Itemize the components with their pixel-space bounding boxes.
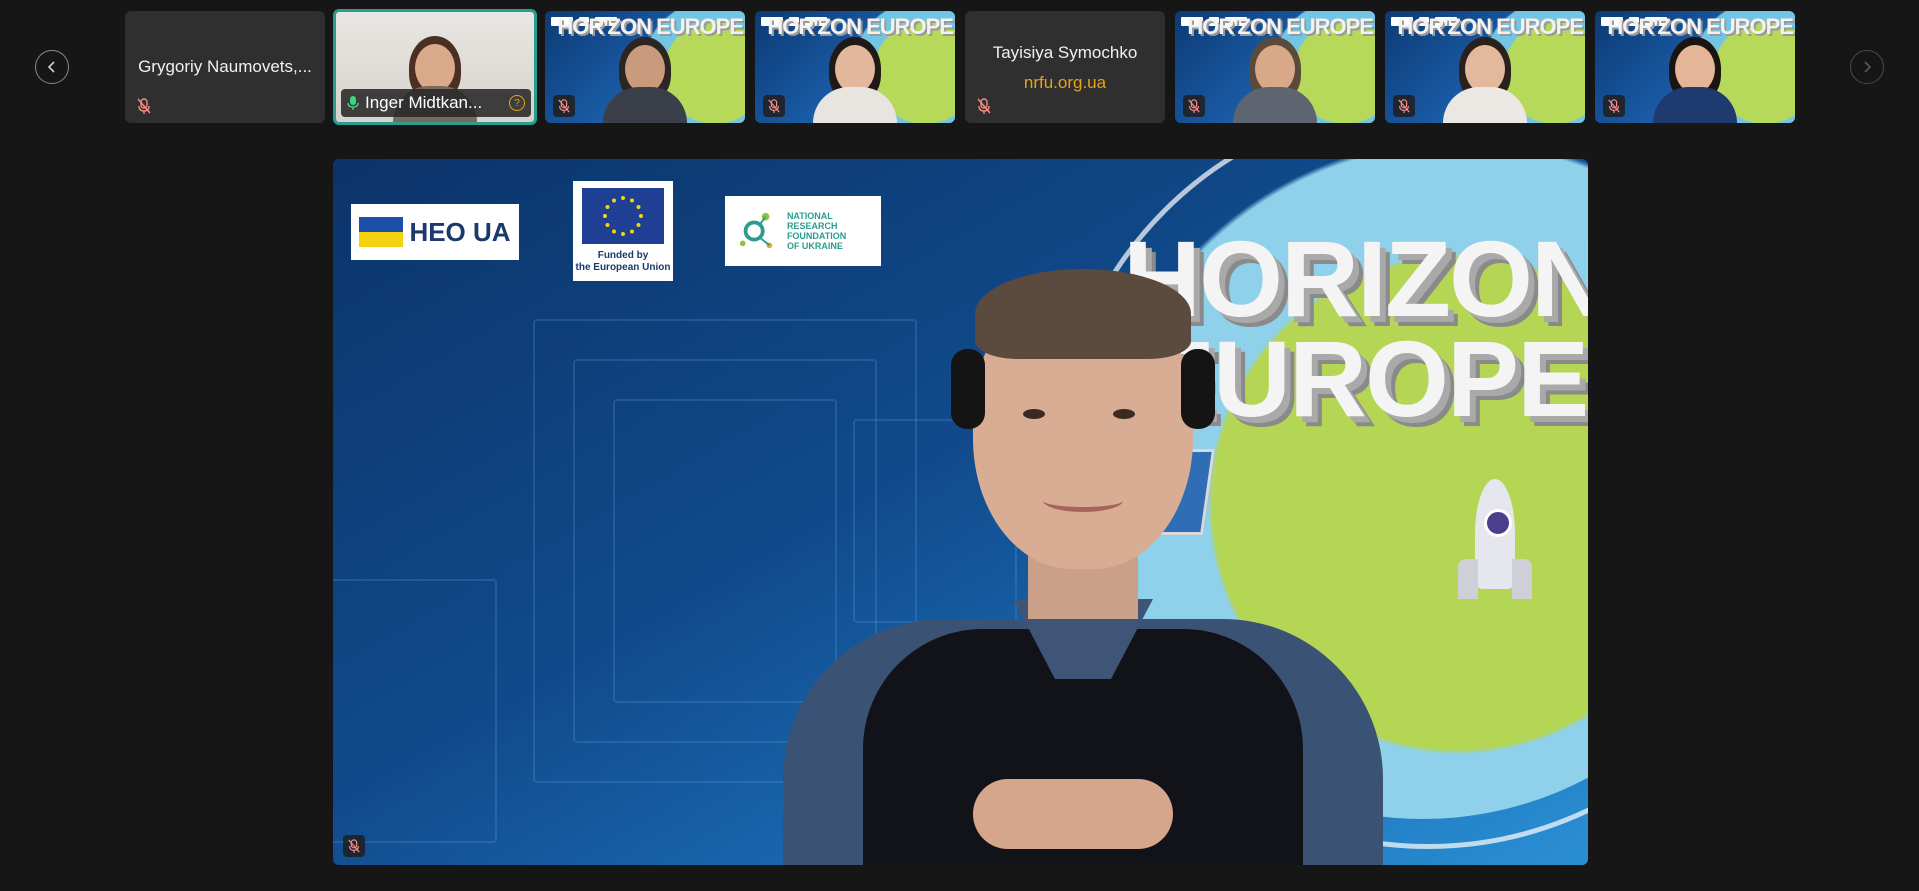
active-speaker [723, 259, 1423, 865]
chevron-left-icon [47, 61, 55, 73]
participant-tile[interactable]: Tayisiya Symochko nrfu.org.ua [965, 11, 1165, 123]
next-page-button[interactable] [1850, 50, 1884, 84]
participant-video [1653, 31, 1737, 123]
eu-funded-logo: Funded by the European Union [573, 181, 673, 281]
participant-tile-active[interactable]: Inger Midtkan... ? [333, 9, 537, 125]
rocket-illustration [1458, 479, 1532, 629]
mic-off-icon [1603, 95, 1625, 117]
previous-page-button[interactable] [35, 50, 69, 84]
participant-tile[interactable]: Grygoriy Naumovets,... [125, 11, 325, 123]
participant-video [813, 31, 897, 123]
participant-name: Grygoriy Naumovets,... [138, 57, 312, 76]
mic-off-icon [133, 95, 155, 117]
mic-off-icon [763, 95, 785, 117]
nrfu-logo: NATIONAL RESEARCH FOUNDATION OF UKRAINE [725, 196, 881, 266]
mic-off-icon [1393, 95, 1415, 117]
mic-icon [347, 96, 359, 110]
mic-off-icon [1183, 95, 1205, 117]
participant-tile[interactable]: HOR'ZON EUROPE [1595, 11, 1795, 123]
participant-name: Inger Midtkan... [365, 93, 483, 112]
participant-name: Tayisiya Symochko [992, 43, 1138, 62]
participant-tile[interactable]: HOR'ZON EUROPE [1385, 11, 1585, 123]
chevron-right-icon [1864, 61, 1872, 73]
participant-tile[interactable]: HOR'ZON EUROPE [545, 11, 745, 123]
mic-off-icon [343, 835, 365, 857]
mic-off-icon [553, 95, 575, 117]
participant-video [1233, 31, 1317, 123]
participant-organization: nrfu.org.ua [1023, 73, 1107, 92]
participant-video [1443, 31, 1527, 123]
mic-off-icon [973, 95, 995, 117]
main-video[interactable]: HORIZON EUROPE HEO UA Funded by the Euro… [333, 159, 1588, 865]
participant-tile[interactable]: HOR'ZON EUROPE [1175, 11, 1375, 123]
participant-video [603, 31, 687, 123]
participant-tile[interactable]: HOR'ZON EUROPE [755, 11, 955, 123]
heo-ua-logo: HEO UA [351, 204, 519, 260]
raise-hand-icon: ? [509, 95, 525, 111]
